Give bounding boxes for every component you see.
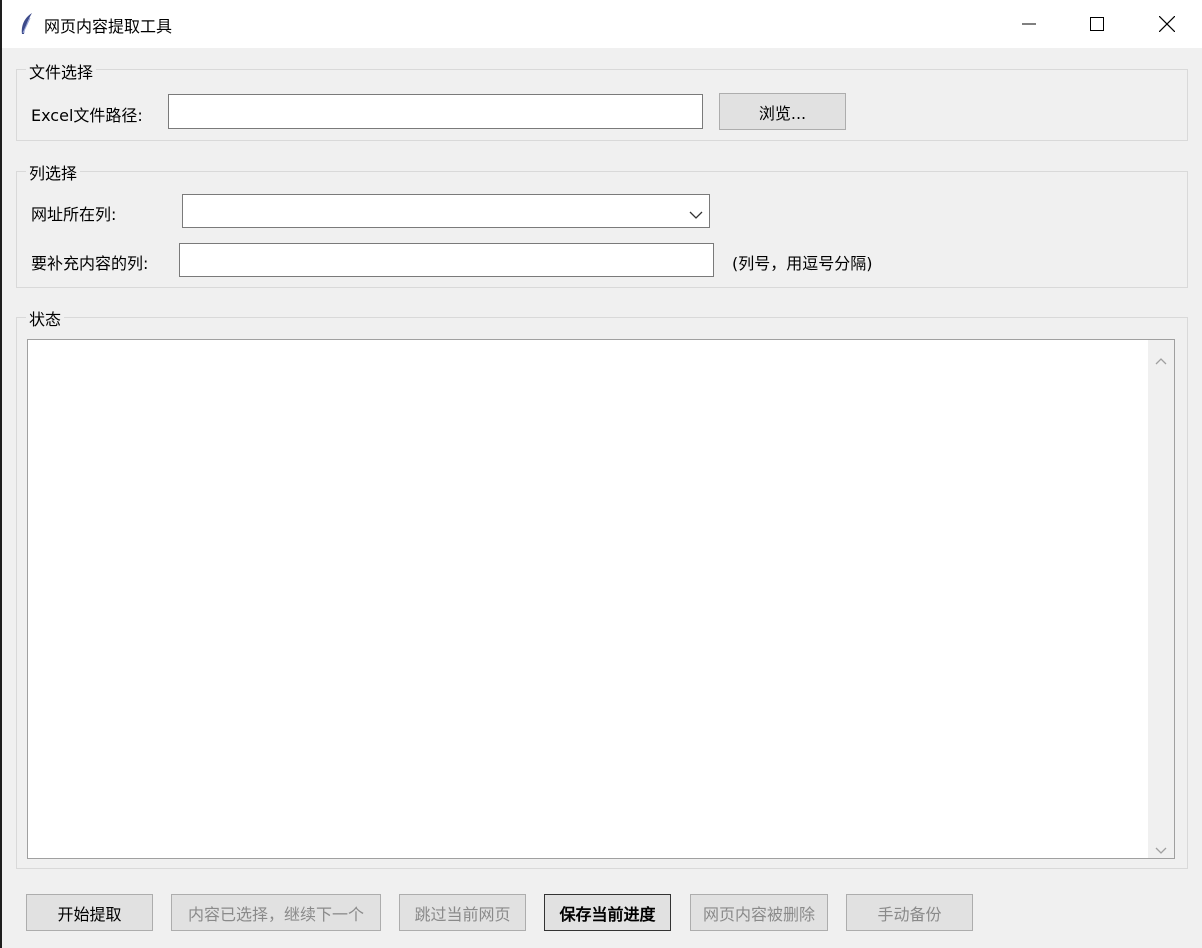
scroll-up-icon[interactable] xyxy=(1155,350,1167,369)
title-bar[interactable]: 网页内容提取工具 xyxy=(2,0,1202,48)
status-log-textarea[interactable] xyxy=(27,339,1175,859)
save-progress-button[interactable]: 保存当前进度 xyxy=(544,894,671,931)
minimize-button[interactable] xyxy=(994,0,1064,48)
fill-columns-label: 要补充内容的列: xyxy=(31,254,149,273)
url-column-combobox[interactable] xyxy=(182,194,710,228)
close-icon xyxy=(1159,16,1175,32)
fill-columns-hint: (列号，用逗号分隔) xyxy=(732,254,873,273)
excel-path-input[interactable] xyxy=(168,94,703,129)
status-scrollbar[interactable] xyxy=(1148,340,1174,858)
content-deleted-button[interactable]: 网页内容被删除 xyxy=(690,894,828,931)
feather-icon xyxy=(18,12,38,36)
browse-button[interactable]: 浏览... xyxy=(719,93,846,130)
start-extract-button[interactable]: 开始提取 xyxy=(26,894,153,931)
status-group-title: 状态 xyxy=(26,306,65,330)
scroll-down-icon[interactable] xyxy=(1155,840,1167,859)
column-select-group-title: 列选择 xyxy=(26,160,81,184)
minimize-icon xyxy=(1022,17,1036,31)
app-window: 网页内容提取工具 文件选择 Excel文件路径: 浏览... 列选择 网址所在列… xyxy=(2,0,1202,948)
continue-next-button[interactable]: 内容已选择，继续下一个 xyxy=(171,894,381,931)
maximize-icon xyxy=(1090,17,1104,31)
manual-backup-button[interactable]: 手动备份 xyxy=(846,894,973,931)
file-select-group-title: 文件选择 xyxy=(26,59,97,83)
window-title: 网页内容提取工具 xyxy=(44,17,173,36)
excel-path-label: Excel文件路径: xyxy=(31,106,143,125)
chevron-down-icon[interactable] xyxy=(689,205,703,224)
fill-columns-input[interactable] xyxy=(179,243,714,277)
maximize-button[interactable] xyxy=(1062,0,1132,48)
url-column-label: 网址所在列: xyxy=(31,205,117,224)
skip-page-button[interactable]: 跳过当前网页 xyxy=(399,894,526,931)
close-button[interactable] xyxy=(1132,0,1202,48)
